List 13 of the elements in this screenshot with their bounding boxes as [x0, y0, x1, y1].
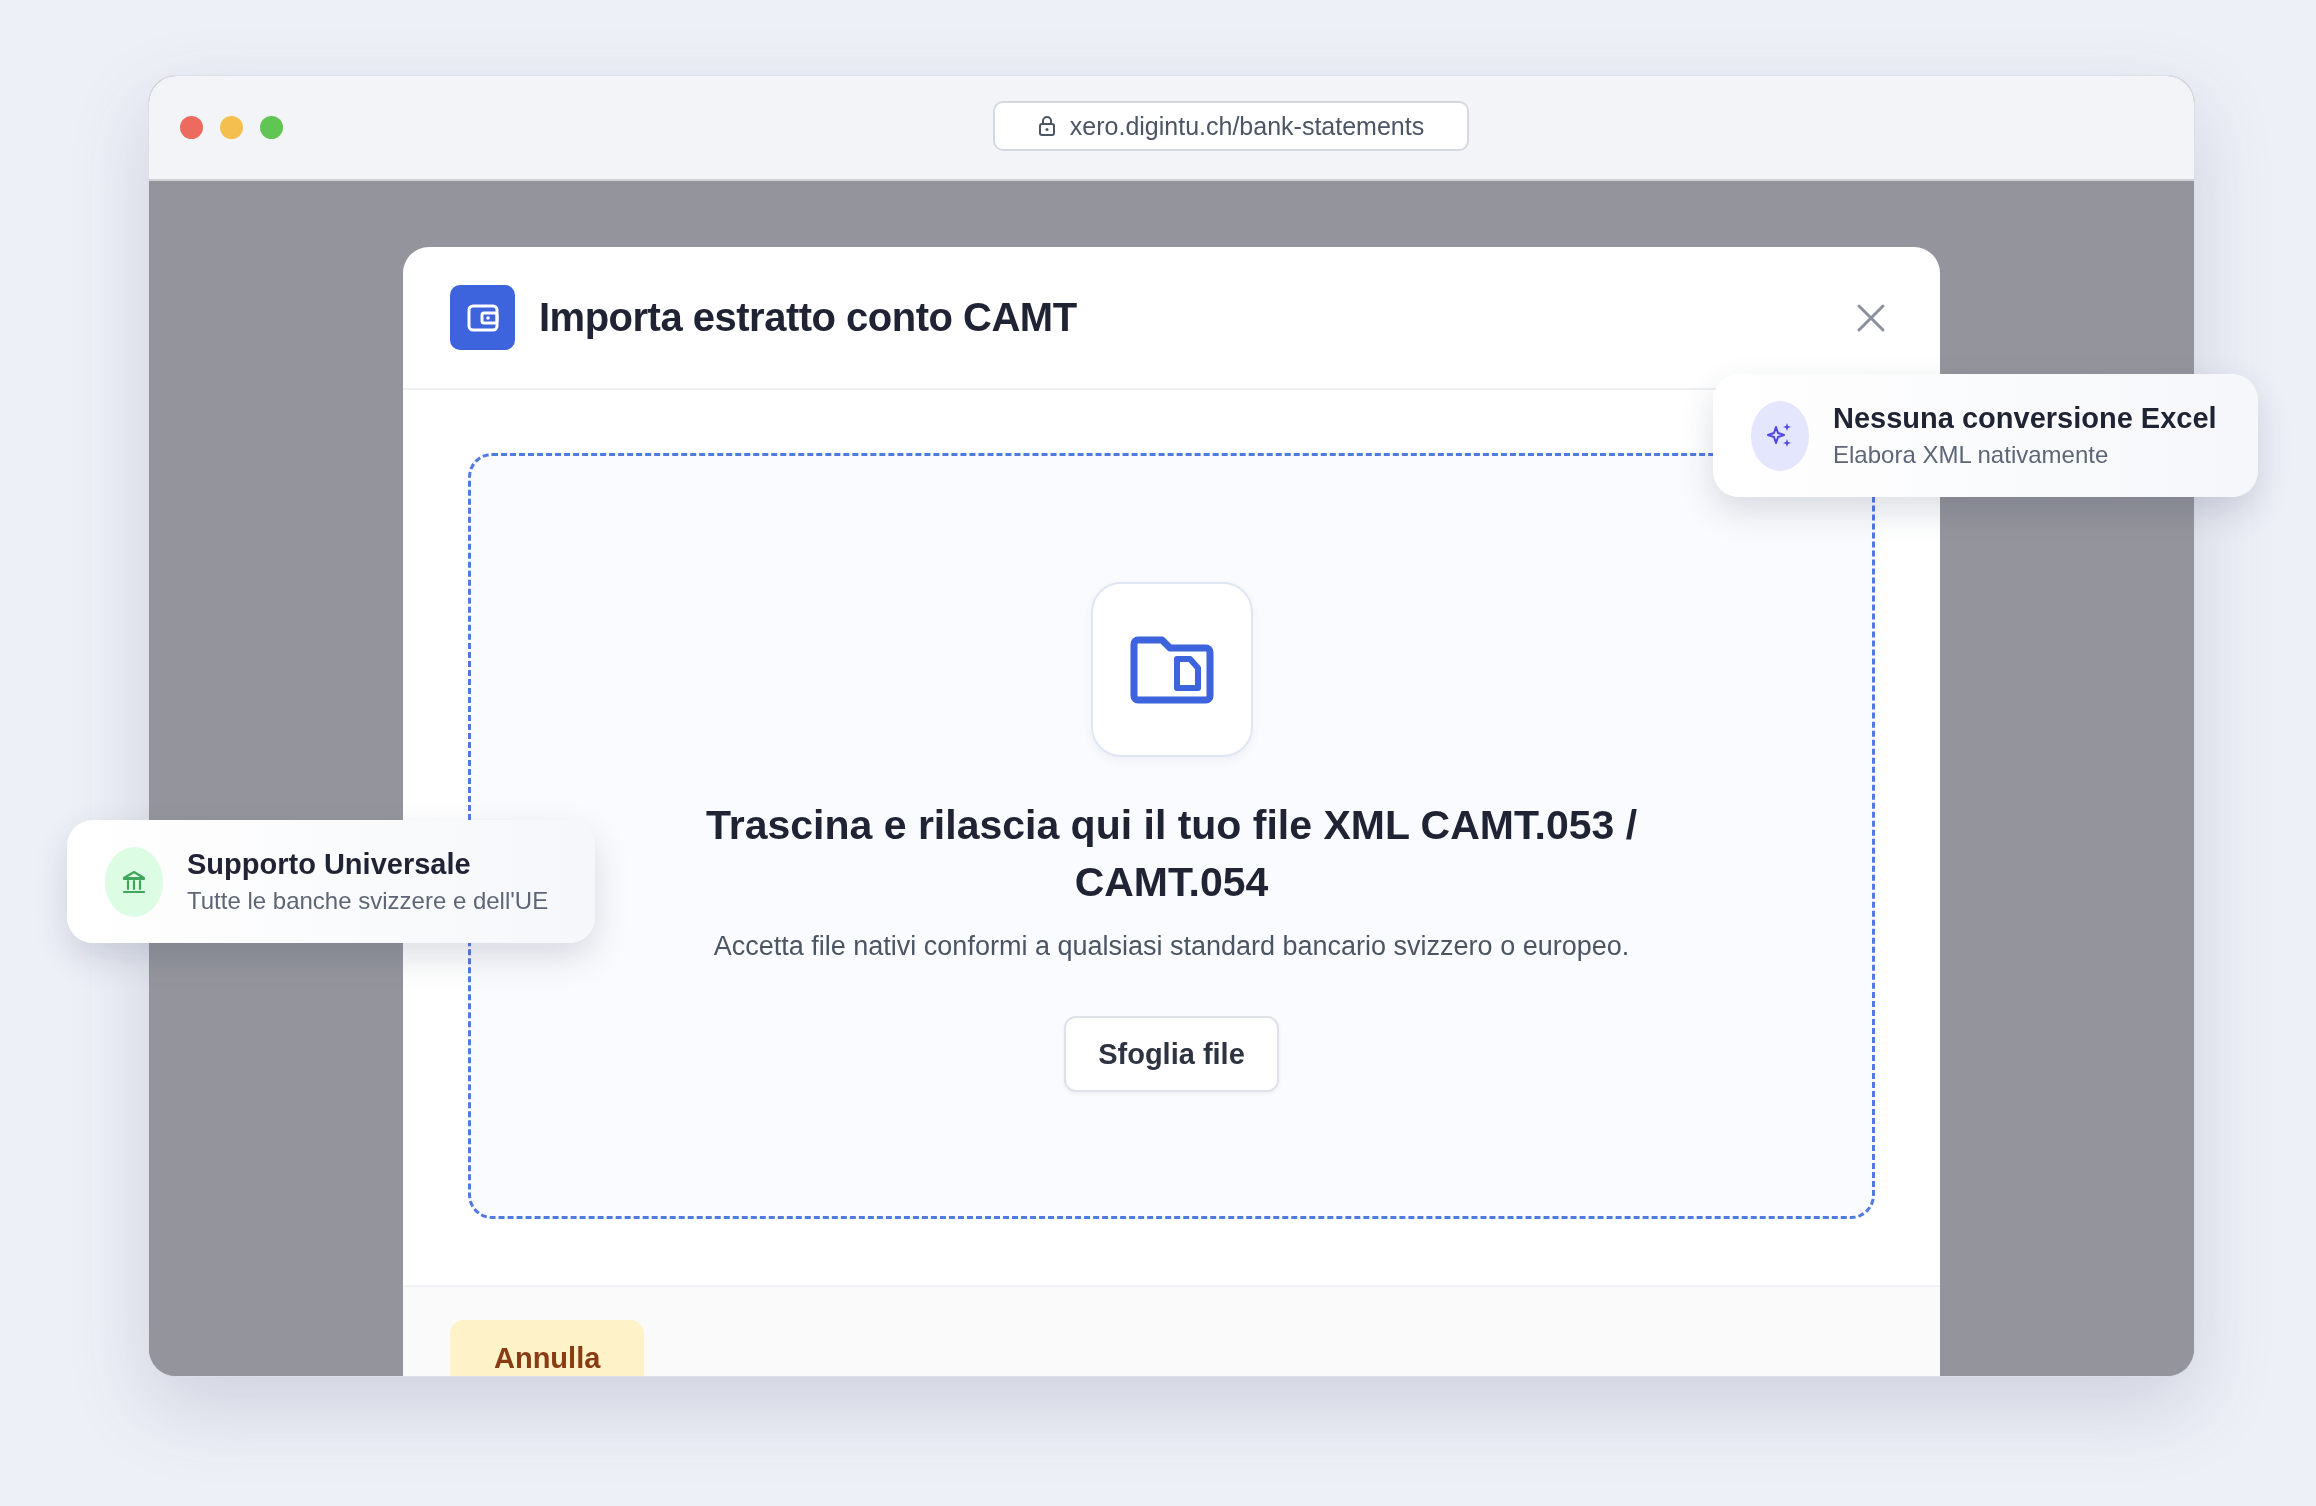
- lock-icon: [1037, 115, 1056, 137]
- drop-description: Accetta file nativi conformi a qualsiasi standard bancario svizzero o europeo.: [713, 931, 1630, 962]
- folder-icon: [1090, 582, 1253, 757]
- close-window-button[interactable]: [180, 116, 203, 139]
- maximize-window-button[interactable]: [260, 116, 283, 139]
- address-bar[interactable]: xero.digintu.ch/bank-statements: [993, 101, 1469, 151]
- cancel-button[interactable]: Annulla: [450, 1320, 645, 1376]
- drop-heading: Trascina e rilascia qui il tuo file XML CAMT.053 / CAMT.054: [704, 801, 1639, 907]
- callout-title: Nessuna conversione Excel: [1833, 402, 2217, 435]
- browse-button[interactable]: Sfoglia file: [1064, 1016, 1279, 1092]
- dialog-title: Importa estratto conto CAMT: [539, 295, 1078, 340]
- wallet-icon: [450, 285, 515, 350]
- minimize-window-button[interactable]: [220, 116, 243, 139]
